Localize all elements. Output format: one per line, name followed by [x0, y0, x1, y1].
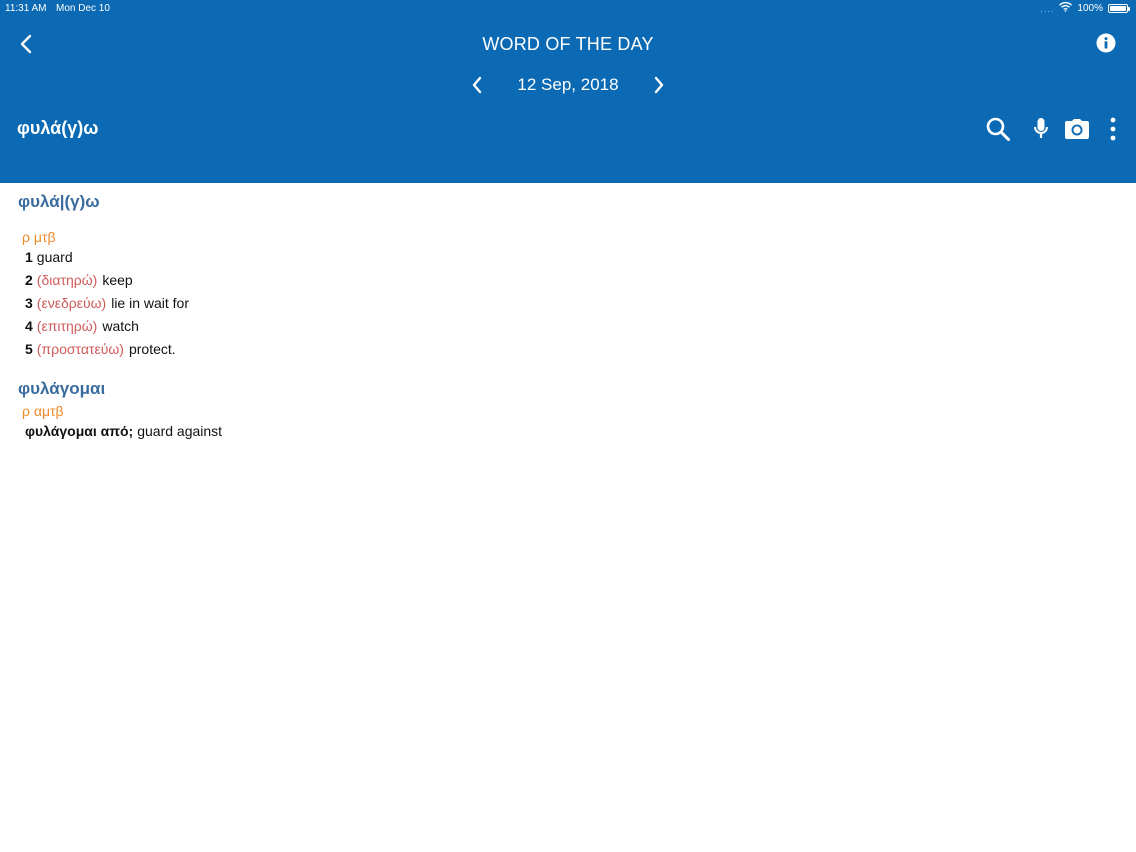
sense-gloss: (ενεδρεύω) [36, 295, 107, 311]
next-date-button[interactable] [648, 73, 670, 97]
sense-number: 3 [25, 295, 33, 311]
battery-icon [1108, 4, 1130, 13]
microphone-icon [1034, 118, 1048, 138]
more-vertical-icon [1110, 117, 1116, 141]
sense-gloss: (διατηρώ) [36, 272, 98, 288]
page-title: WORD OF THE DAY [482, 34, 654, 54]
subentry-phrase: φυλάγομαι από; guard against [25, 423, 222, 439]
app-header: 11:31 AM Mon Dec 10 .... 100% WORD OF TH… [0, 0, 1136, 183]
dictionary-entry: φυλά|(γ)ω ρ μτβ 1 guard 2 (διατηρώ) keep 3(… [0, 183, 1136, 852]
subentry-headword: φυλάγομαι [18, 379, 106, 398]
sense-gloss: (προστατεύω) [36, 341, 124, 357]
part-of-speech: ρ μτβ [22, 229, 56, 245]
sense-item: 3 (ενεδρεύω) lie in wait for [25, 295, 189, 311]
date-navigation: 12 Sep, 2018 [0, 72, 1136, 98]
status-date: Mon Dec 10 [56, 3, 110, 14]
sense-number: 4 [25, 318, 33, 334]
sense-gloss: (επιτηρώ) [36, 318, 98, 334]
more-options-button[interactable] [1098, 114, 1128, 144]
sense-translation: keep [102, 272, 133, 288]
sense-item: 4 (επιτηρώ) watch [25, 318, 139, 334]
search-word: φυλά(γ)ω [17, 118, 99, 138]
wifi-icon [1059, 2, 1073, 15]
status-indicators: .... 100% [1040, 2, 1130, 15]
sense-item: 5 (προστατεύω) protect. [25, 341, 176, 357]
camera-search-button[interactable] [1062, 114, 1092, 144]
sense-number: 5 [25, 341, 33, 357]
info-icon [1096, 33, 1116, 53]
previous-date-button[interactable] [466, 73, 488, 97]
chevron-right-icon [654, 76, 664, 94]
sense-translation: watch [102, 318, 139, 334]
current-date: 12 Sep, 2018 [517, 75, 619, 94]
status-bar: 11:31 AM Mon Dec 10 .... 100% [0, 0, 1136, 18]
sense-item: 1 guard [25, 249, 73, 265]
sense-number: 1 [25, 249, 33, 265]
sense-translation: lie in wait for [111, 295, 190, 311]
entry-headword: φυλά|(γ)ω [18, 192, 100, 211]
sense-translation: protect. [128, 341, 176, 357]
search-icon [986, 117, 1010, 141]
chevron-left-icon [472, 76, 482, 94]
info-button[interactable] [1096, 33, 1118, 55]
chevron-left-icon [20, 34, 32, 54]
battery-percent: 100% [1077, 3, 1103, 14]
signal-indicator: .... [1040, 3, 1055, 14]
back-button[interactable] [14, 32, 38, 56]
camera-icon [1065, 119, 1089, 139]
sense-item: 2 (διατηρώ) keep [25, 272, 133, 288]
sense-number: 2 [25, 272, 33, 288]
subentry-part-of-speech: ρ αμτβ [22, 403, 64, 419]
phrase-text: φυλάγομαι από; [25, 423, 134, 439]
voice-search-button[interactable] [1026, 114, 1056, 144]
search-button[interactable] [983, 114, 1013, 144]
sense-translation: guard [36, 249, 73, 265]
phrase-translation: guard against [137, 423, 223, 439]
status-time: 11:31 AM [5, 3, 47, 14]
